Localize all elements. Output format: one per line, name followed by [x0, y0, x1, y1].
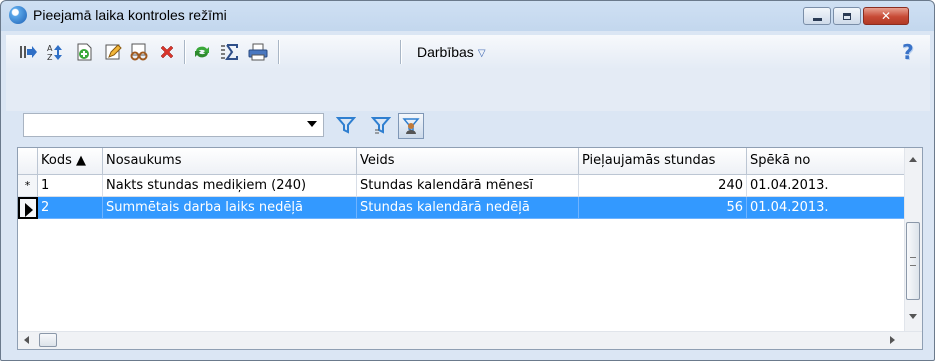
- row-indicator-header: [18, 148, 38, 174]
- close-button[interactable]: ✕: [863, 7, 909, 25]
- print-icon: [248, 43, 268, 61]
- window-title: Pieejamā laika kontroles režīmi: [33, 7, 227, 23]
- sort-button[interactable]: AZ: [46, 42, 66, 62]
- toolbar-separator: [278, 40, 279, 64]
- app-window: Pieejamā laika kontroles režīmi ✕ AZ Dar…: [0, 0, 935, 361]
- filter-bar: [6, 69, 930, 111]
- cell-veids[interactable]: Stundas kalendārā nedēļā: [357, 197, 579, 219]
- print-button[interactable]: [248, 42, 268, 62]
- cell-stundas[interactable]: 56: [579, 197, 747, 219]
- cell-nosaukums[interactable]: Summētais darba laiks nedēļā: [103, 197, 357, 219]
- cell-speka-no[interactable]: 01.04.2013.: [747, 175, 907, 197]
- toolbar-separator: [400, 40, 401, 64]
- filter-icon: [336, 117, 356, 134]
- svg-text:Z: Z: [47, 53, 53, 61]
- export-button[interactable]: [18, 42, 38, 62]
- add-button[interactable]: [74, 42, 94, 62]
- cell-veids[interactable]: Stundas kalendārā mēnesī: [357, 175, 579, 197]
- cell-kods[interactable]: 2: [38, 197, 103, 219]
- table-row[interactable]: * 1 Nakts stundas mediķiem (240) Stundas…: [18, 175, 907, 197]
- title-bar[interactable]: Pieejamā laika kontroles režīmi ✕: [1, 1, 934, 31]
- help-icon[interactable]: ?: [902, 41, 918, 63]
- maximize-icon: [843, 12, 851, 20]
- column-header-speka-no[interactable]: Spēkā no: [747, 148, 907, 174]
- filter-user-button[interactable]: [398, 113, 424, 139]
- actions-menu[interactable]: Darbības ▽: [417, 43, 486, 61]
- data-grid: Kods ▲ Nosaukums Veids Pieļaujamās stund…: [17, 147, 923, 350]
- cell-kods[interactable]: 1: [38, 175, 103, 197]
- actions-menu-label: Darbības: [417, 44, 474, 60]
- refresh-icon: [195, 46, 209, 58]
- scroll-right-icon[interactable]: [890, 336, 895, 344]
- row-indicator: *: [18, 175, 38, 197]
- close-icon: ✕: [880, 9, 892, 23]
- delete-icon: [160, 45, 174, 59]
- svg-text:A: A: [47, 44, 53, 53]
- sort-icon: AZ: [47, 44, 62, 61]
- app-icon: [9, 6, 27, 24]
- filter-edit-button[interactable]: [370, 114, 392, 136]
- refresh-button[interactable]: [192, 42, 212, 62]
- minimize-button[interactable]: [803, 7, 831, 25]
- add-icon: [77, 43, 92, 61]
- edit-button[interactable]: [103, 42, 123, 62]
- chevron-down-icon: [307, 121, 317, 127]
- cell-stundas[interactable]: 240: [579, 175, 747, 197]
- delete-button[interactable]: [157, 42, 177, 62]
- filter-edit-icon: [371, 117, 391, 134]
- column-header-veids[interactable]: Veids: [357, 148, 579, 174]
- column-header-pielaujamas-stundas[interactable]: Pieļaujamās stundas: [579, 148, 747, 174]
- column-header-kods[interactable]: Kods ▲: [38, 148, 103, 174]
- view-icon: [130, 43, 148, 61]
- sum-button[interactable]: [220, 42, 240, 62]
- horizontal-scrollbar[interactable]: [18, 331, 922, 349]
- chevron-down-icon: ▽: [477, 47, 486, 59]
- filter-button[interactable]: [335, 114, 357, 136]
- view-button[interactable]: [129, 42, 149, 62]
- row-pointer-indicator: [18, 197, 38, 219]
- edit-icon: [105, 44, 122, 60]
- toolbar-separator: [184, 40, 185, 64]
- toolbar: AZ Darbības ▽: [6, 35, 930, 69]
- cell-nosaukums[interactable]: Nakts stundas mediķiem (240): [103, 175, 357, 197]
- table-row-selected[interactable]: 2 Summētais darba laiks nedēļā Stundas k…: [18, 197, 907, 219]
- vertical-scroll-thumb[interactable]: [906, 222, 920, 300]
- horizontal-scroll-thumb[interactable]: [39, 333, 57, 347]
- scroll-down-icon[interactable]: [909, 314, 917, 319]
- filter-user-icon: [402, 118, 420, 134]
- row-pointer-icon: [25, 203, 33, 217]
- vertical-scrollbar[interactable]: [904, 148, 922, 333]
- minimize-icon: [812, 17, 822, 21]
- sum-icon: [221, 44, 238, 60]
- cell-speka-no[interactable]: 01.04.2013.: [747, 197, 907, 219]
- maximize-button[interactable]: [833, 7, 861, 25]
- export-icon: [20, 46, 37, 58]
- column-header-nosaukums[interactable]: Nosaukums: [103, 148, 357, 174]
- filter-combo[interactable]: [23, 113, 324, 137]
- scroll-up-icon[interactable]: [909, 157, 917, 162]
- grid-header: Kods ▲ Nosaukums Veids Pieļaujamās stund…: [18, 148, 907, 175]
- scroll-left-icon[interactable]: [24, 336, 29, 344]
